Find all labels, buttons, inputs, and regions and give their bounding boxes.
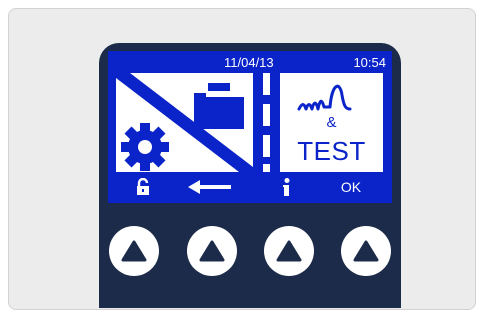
gear-icon (121, 123, 169, 171)
device-bezel: 11/04/13 10:54 & TEST OK (99, 43, 401, 308)
ampersand-label: & (326, 114, 337, 131)
info-icon (280, 176, 294, 198)
triangle-up-icon (353, 240, 379, 262)
settings-tile (116, 73, 253, 172)
arrow-left-icon (188, 176, 232, 198)
triangle-up-icon (276, 240, 302, 262)
lcd-screen: 11/04/13 10:54 & TEST OK (108, 51, 392, 203)
triangle-up-icon (199, 240, 225, 262)
separator-dash (263, 73, 270, 95)
softkey-button-1[interactable] (109, 226, 159, 276)
date-display: 11/04/13 (224, 55, 274, 70)
test-tile: & TEST (280, 73, 383, 172)
separator-dash (263, 135, 270, 157)
triangle-up-icon (121, 240, 147, 262)
separator-dash (263, 104, 270, 126)
softkey-button-4[interactable] (341, 226, 391, 276)
folder-icon (194, 83, 244, 129)
softkey-button-2[interactable] (187, 226, 237, 276)
time-display: 10:54 (353, 55, 386, 70)
unlock-icon (133, 176, 153, 198)
settings-tile-art (116, 73, 253, 172)
ok-label: OK (340, 179, 362, 195)
separator-dash (263, 164, 270, 172)
test-label: TEST (297, 136, 366, 166)
softkey-button-3[interactable] (264, 226, 314, 276)
